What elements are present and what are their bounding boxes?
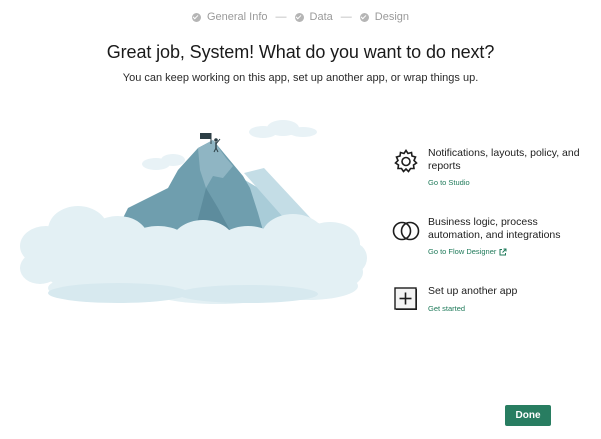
mountain-illustration	[20, 120, 367, 304]
step-separator: —	[340, 11, 352, 23]
go-to-studio-link[interactable]: Go to Studio	[428, 178, 470, 187]
gear-icon	[394, 149, 418, 173]
page-title: Great job, System! What do you want to d…	[106, 42, 495, 62]
overlapping-circles-icon	[392, 221, 420, 241]
check-icon	[294, 12, 304, 22]
check-icon	[191, 12, 201, 22]
progress-stepper: General Info — Data — Design	[0, 9, 601, 25]
get-started-link[interactable]: Get started	[428, 304, 465, 313]
add-box-icon	[394, 287, 417, 310]
option-link-label: Go to Flow Designer	[428, 247, 497, 256]
option-studio: Notifications, layouts, policy, and repo…	[392, 147, 588, 190]
option-title: Notifications, layouts, policy, and repo…	[428, 147, 580, 172]
option-flow-designer: Business logic, process automation, and …	[392, 216, 588, 259]
option-link-label: Get started	[428, 303, 466, 313]
check-icon	[359, 12, 369, 22]
step-label: General Info	[206, 11, 268, 23]
option-title: Business logic, process automation, and …	[428, 216, 561, 241]
step-separator: —	[275, 11, 287, 23]
step-general-info: General Info	[191, 11, 268, 23]
step-design: Design	[359, 11, 410, 23]
step-label: Data	[309, 11, 333, 23]
option-link-label: Go to Studio	[428, 178, 470, 187]
option-title: Set up another app	[428, 285, 518, 297]
step-data: Data	[294, 11, 333, 23]
page-subtitle: You can keep working on this app, set up…	[122, 72, 479, 84]
done-button[interactable]: Done	[505, 405, 551, 426]
external-link-icon	[499, 248, 507, 255]
step-label: Design	[374, 11, 410, 23]
option-new-app: Set up another app Get started	[392, 285, 588, 316]
go-to-flow-designer-link[interactable]: Go to Flow Designer	[428, 247, 507, 256]
